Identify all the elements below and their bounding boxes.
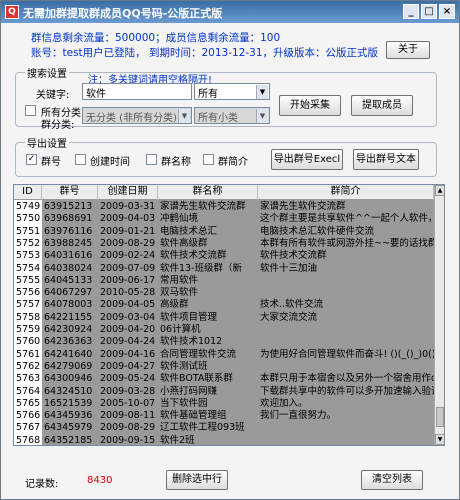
category-select[interactable]: 无分类 (非所有分类) ▼ xyxy=(82,107,192,124)
export-option-group-id-checkbox[interactable]: ✓ xyxy=(26,154,37,165)
scroll-up-icon[interactable]: ▲ xyxy=(435,185,444,196)
minimize-icon[interactable]: _ xyxy=(403,4,419,19)
all-categories-checkbox[interactable] xyxy=(25,105,36,116)
main-window: Q 无需加群提取群成员QQ号码-公版正式版 _ □ × 群信息剩余流量：5000… xyxy=(0,0,460,500)
close-icon[interactable]: × xyxy=(439,4,455,19)
export-text-button[interactable]: 导出群号文本 xyxy=(353,149,419,170)
column-header-name[interactable]: 群名称 xyxy=(158,185,258,200)
cell-intro xyxy=(258,434,434,445)
keyword-label: 关键字: xyxy=(36,90,70,101)
export-excel-button[interactable]: 导出群号Execl xyxy=(271,149,343,170)
category-value: 无分类 (非所有分类) xyxy=(86,113,177,124)
maximize-icon[interactable]: □ xyxy=(421,4,437,19)
scroll-thumb[interactable] xyxy=(436,407,444,427)
column-header-intro[interactable]: 群简介 xyxy=(258,185,434,200)
delete-selected-button[interactable]: 删除选中行 xyxy=(166,470,228,490)
cell-created: 2009-09-15 xyxy=(100,434,156,446)
column-header-created[interactable]: 创建日期 xyxy=(98,185,158,200)
clear-list-button[interactable]: 清空列表 xyxy=(361,470,423,490)
export-option-group-id-label: 群号 xyxy=(41,157,61,168)
export-option-intro-checkbox[interactable] xyxy=(203,154,214,165)
cell-group-id: 64352185 xyxy=(44,434,93,446)
column-header-group-id[interactable]: 群号 xyxy=(42,185,98,200)
account-info: 账号：test用户已登陆， 到期时间：2013-12-31，升级版本：公版正式版 xyxy=(31,47,379,59)
scroll-down-icon[interactable]: ▼ xyxy=(435,434,444,445)
export-option-intro-label: 群简介 xyxy=(218,157,248,168)
about-button[interactable]: 关于 xyxy=(386,41,430,59)
keyword-scope-select[interactable]: 所有 ▼ xyxy=(194,83,270,100)
subcategory-value: 所有小类 xyxy=(198,113,238,124)
table-scrollbar[interactable]: ▲ ▼ xyxy=(434,185,444,445)
column-header-id[interactable]: ID xyxy=(14,185,42,200)
results-table[interactable]: ID 群号 创建日期 群名称 群简介 5749 63915213 2009-03-3… xyxy=(13,184,445,446)
cell-name: 软件2班 xyxy=(160,434,195,446)
start-collect-button[interactable]: 开始采集 xyxy=(279,95,341,116)
keyword-scope-value: 所有 xyxy=(198,89,218,100)
export-settings-label: 导出设置 xyxy=(25,135,69,150)
chevron-down-icon: ▼ xyxy=(178,109,190,123)
table-header: ID 群号 创建日期 群名称 群简介 xyxy=(14,185,434,200)
category-label: 群分类: xyxy=(41,120,75,131)
record-count-label: 记录数: xyxy=(25,479,59,490)
cell-id: 5768 xyxy=(14,433,42,446)
export-option-created-label: 创建时间 xyxy=(90,157,130,168)
record-count-value: 8430 xyxy=(87,475,113,486)
table-row[interactable]: 5768 64352185 2009-09-15 软件2班 xyxy=(14,433,434,446)
search-settings-label: 搜索设置 xyxy=(25,65,69,80)
chevron-down-icon: ▼ xyxy=(256,85,268,99)
export-option-name-checkbox[interactable] xyxy=(146,154,157,165)
export-option-name-label: 群名称 xyxy=(161,157,191,168)
app-icon: Q xyxy=(5,5,19,19)
title-bar[interactable]: Q 无需加群提取群成员QQ号码-公版正式版 _ □ × xyxy=(1,1,459,23)
quota-info: 群信息剩余流量：500000；成员信息剩余流量：100 xyxy=(31,32,281,44)
chevron-down-icon: ▼ xyxy=(256,109,268,123)
export-option-created-checkbox[interactable] xyxy=(75,154,86,165)
extract-members-button[interactable]: 提取成员 xyxy=(351,95,413,116)
subcategory-select[interactable]: 所有小类 ▼ xyxy=(194,107,270,124)
window-title: 无需加群提取群成员QQ号码-公版正式版 xyxy=(23,7,223,20)
keyword-input[interactable]: 软件 xyxy=(82,83,192,100)
